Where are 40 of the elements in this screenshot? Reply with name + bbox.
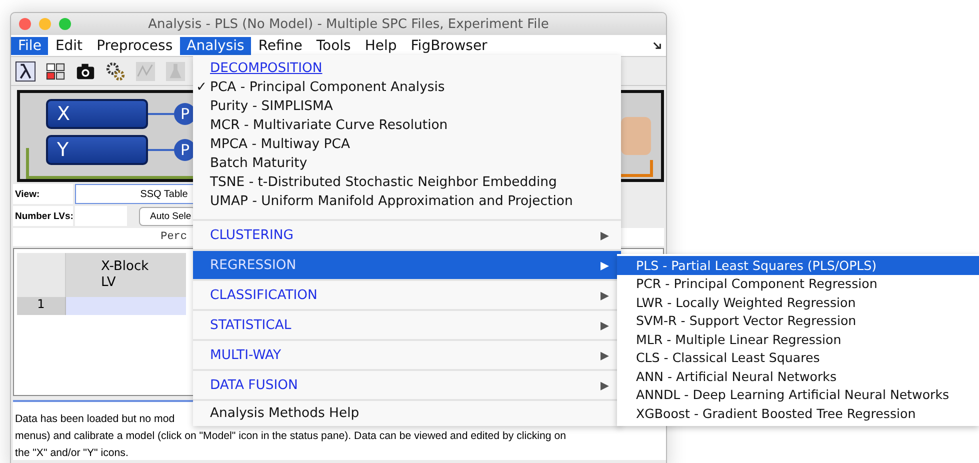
minimize-icon[interactable] [39,18,51,30]
model-button[interactable] [621,117,651,155]
data-table-icon[interactable] [45,60,66,82]
menu-heading[interactable]: DECOMPOSITION [193,59,621,78]
check-icon: ✓ [196,80,208,95]
menu-item[interactable]: MPCA - Multiway PCA [210,137,350,152]
field-label: View: [13,184,73,204]
menu-item[interactable]: Preprocess [90,36,180,54]
lambda-icon[interactable] [15,60,36,82]
menu-item[interactable]: MCR - Multivariate Curve Resolution [210,118,448,133]
menu-item[interactable]: Tools [309,36,358,54]
arrow-icon[interactable] [653,41,662,50]
table-caption: Perc [160,231,187,243]
close-icon[interactable] [19,18,31,30]
table-cell[interactable] [65,297,186,315]
table-corner [17,253,66,297]
status-text: Data has been loaded but no mod [15,412,175,427]
data-block-button[interactable]: X [46,99,148,129]
menu-item[interactable]: FigBrowser [404,36,494,54]
status-text: the "X" and/or "Y" icons. [15,446,128,461]
data-block-button[interactable]: Y [46,135,148,165]
menu-item[interactable]: File [11,36,48,54]
row-header[interactable]: 1 [17,297,65,315]
menu-item[interactable]: PCA - Principal Component Analysis [210,80,445,95]
menu-item[interactable]: Help [358,36,404,54]
zoom-icon[interactable] [59,18,71,30]
menu-item[interactable]: Edit [48,36,90,54]
menu-item[interactable]: Purity - SIMPLISMA [210,99,333,114]
menu-item[interactable]: Refine [251,36,310,54]
field-label: Number LVs: [13,206,73,226]
gears-icon[interactable] [105,60,126,82]
flask-icon[interactable] [165,60,186,82]
menu-item[interactable]: Batch Maturity [210,156,308,171]
menu-item[interactable]: PLS - Partial Least Squares (PLS/OPLS) [617,256,979,274]
chart-icon[interactable] [135,60,156,82]
column-header[interactable]: X-Block LV [66,253,186,297]
submenu-item[interactable]: REGRESSION ▶ [193,249,621,279]
menu-item[interactable]: Analysis [180,36,252,54]
window-title: Analysis - PLS (No Model) - Multiple SPC Files, Experiment File [147,16,550,32]
status-text: menus) and calibrate a model (click on "Model" icon in the status pane). Data can be viewed and edited by clicking on [15,429,566,444]
